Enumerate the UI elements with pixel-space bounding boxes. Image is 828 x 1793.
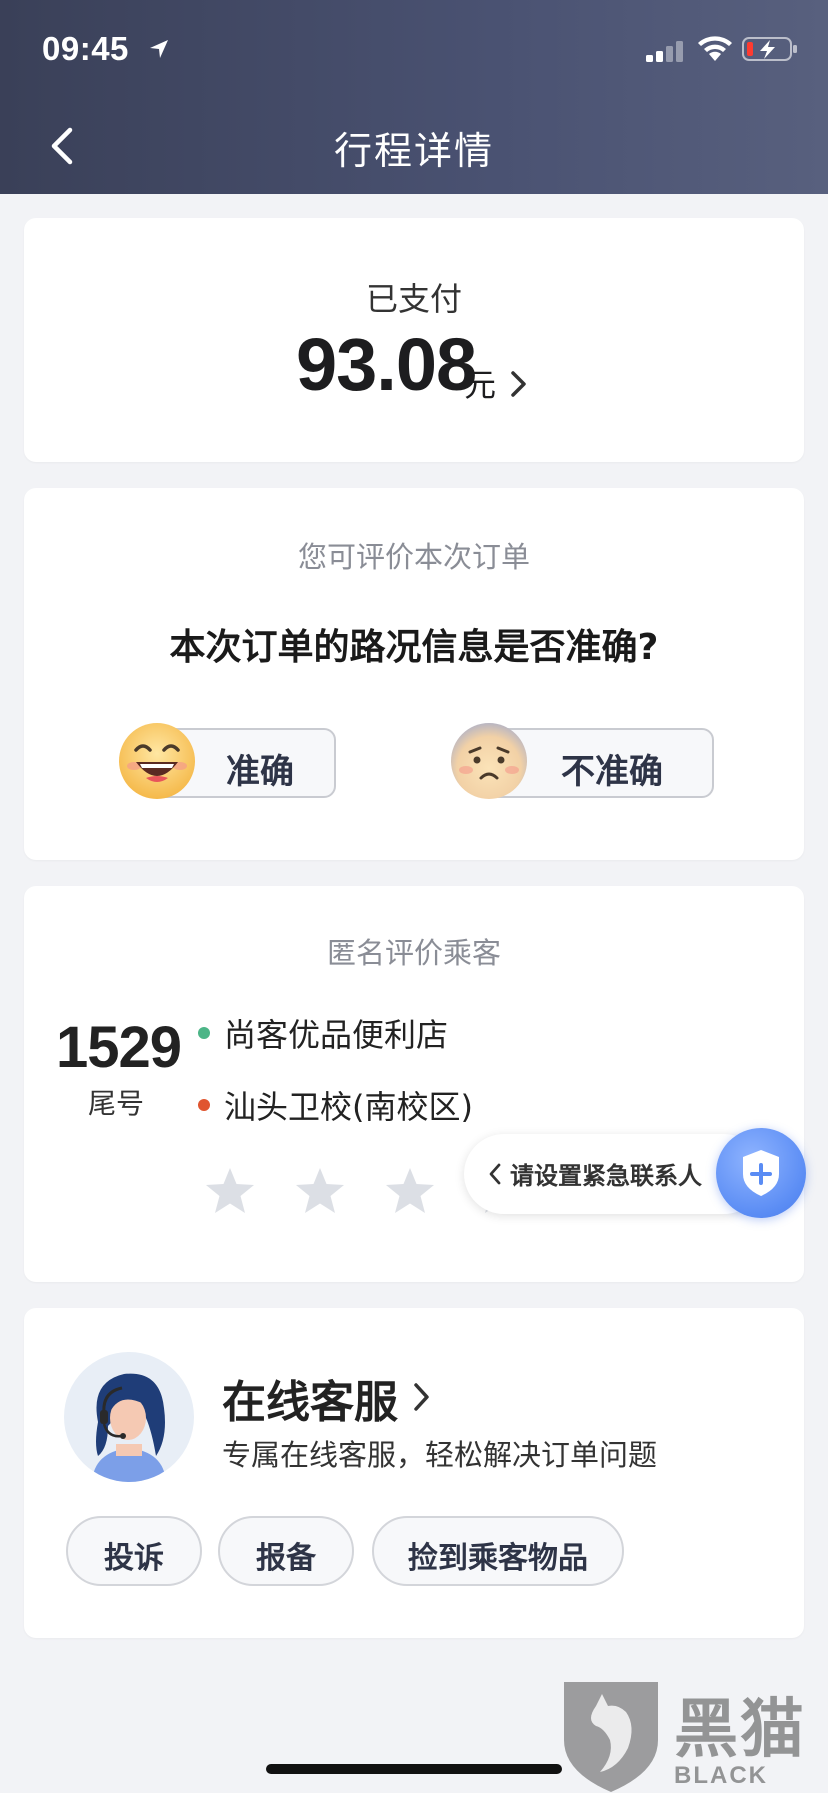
- passenger-rating-card: 匿名评价乘客 1529 尾号 尚客优品便利店 汕头卫校(南校区): [24, 886, 804, 1282]
- complaint-button[interactable]: 投诉: [66, 1516, 202, 1586]
- start-dot: [198, 1027, 210, 1039]
- status-time: 09:45: [42, 30, 129, 67]
- battery-charging-icon: [742, 37, 797, 61]
- sad-face-icon: [451, 723, 527, 799]
- emergency-contact-label: 请设置紧急联系人: [510, 1162, 702, 1190]
- service-title[interactable]: 在线客服: [222, 1366, 398, 1430]
- online-service-card: 在线客服 专属在线客服，轻松解决订单问题 投诉 报备 捡到乘客物品: [24, 1308, 804, 1638]
- lost-item-button[interactable]: 捡到乘客物品: [372, 1516, 624, 1586]
- route-start-text: 尚客优品便利店: [224, 1016, 449, 1054]
- star-icon[interactable]: [382, 1164, 438, 1220]
- service-description: 专属在线客服，轻松解决订单问题: [222, 1438, 658, 1472]
- route-start: 尚客优品便利店: [198, 1010, 449, 1056]
- safety-shield-button[interactable]: [716, 1128, 806, 1218]
- route-end: 汕头卫校(南校区): [198, 1082, 473, 1128]
- road-rating-card: 您可评价本次订单 本次订单的路况信息是否准确? 准确 不准确: [24, 488, 804, 860]
- star-icon[interactable]: [202, 1164, 258, 1220]
- tail-number: 1529: [56, 1015, 182, 1080]
- happy-face-icon: [119, 723, 195, 799]
- payment-status: 已支付: [365, 280, 462, 318]
- rating-hint: 您可评价本次订单: [297, 540, 530, 574]
- chevron-right-icon: [511, 371, 526, 397]
- header: 09:45 行程详情: [0, 0, 828, 194]
- cellular-signal-icon: [646, 41, 683, 62]
- chevron-right-icon: [414, 1383, 429, 1411]
- tail-number-label: 尾号: [87, 1087, 144, 1120]
- watermark-en: BLACK CAT: [674, 1762, 768, 1793]
- page-title: 行程详情: [333, 129, 494, 173]
- status-bar: 09:45: [0, 0, 828, 100]
- wifi-icon: [698, 36, 732, 61]
- payment-card[interactable]: 已支付 93.08 元: [24, 218, 804, 462]
- rating-question: 本次订单的路况信息是否准确?: [169, 627, 659, 668]
- payment-unit: 元: [464, 366, 497, 404]
- chevron-left-icon: [489, 1163, 501, 1185]
- watermark-cn: 黑猫: [674, 1693, 806, 1767]
- watermark: 黑猫 BLACK CAT: [556, 1676, 828, 1793]
- agent-avatar-icon: [92, 1373, 166, 1482]
- payment-amount: 93.08: [296, 323, 477, 406]
- service-avatar: [64, 1352, 194, 1482]
- location-arrow-icon: [150, 40, 168, 58]
- shield-plus-icon: [743, 1150, 779, 1196]
- route-end-text: 汕头卫校(南校区): [224, 1088, 473, 1126]
- black-cat-shield-icon: [564, 1682, 658, 1792]
- home-indicator[interactable]: [266, 1764, 562, 1774]
- star-icon[interactable]: [292, 1164, 348, 1220]
- end-dot: [198, 1099, 210, 1111]
- report-button[interactable]: 报备: [218, 1516, 354, 1586]
- passenger-hint: 匿名评价乘客: [326, 936, 501, 970]
